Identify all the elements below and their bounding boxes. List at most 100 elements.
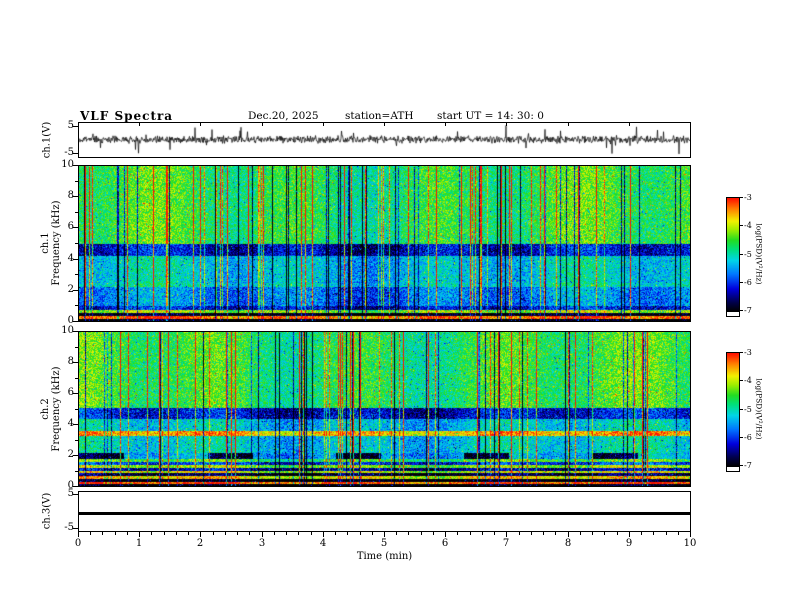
colorbar-tick <box>740 465 743 466</box>
time-tick-label: 6 <box>441 538 449 549</box>
ch2-spectrogram-panel <box>78 331 691 487</box>
colorbar-tick-label: -3 <box>744 348 752 357</box>
ch1-frequency-tick-label: 0 <box>67 315 74 326</box>
time-axis-minor-tick <box>678 532 679 535</box>
ch1-frequency-axis-title-line1: ch.1 <box>40 232 51 254</box>
time-axis-minor-tick <box>433 532 434 535</box>
ch1-spectrogram-canvas <box>79 166 690 321</box>
colorbar-1-title: log(PSD)(V²/Hz) <box>754 223 764 285</box>
time-axis-minor-tick <box>372 532 373 535</box>
time-axis-minor-tick <box>457 532 458 535</box>
time-axis-minor-tick <box>592 532 593 535</box>
time-axis-minor-tick <box>470 532 471 535</box>
time-tick-label: 1 <box>135 538 143 549</box>
time-axis-minor-tick <box>274 532 275 535</box>
time-axis-minor-tick <box>225 532 226 535</box>
ch3-waveform-panel <box>78 491 691 532</box>
time-axis-minor-tick <box>127 532 128 535</box>
time-tick-label: 9 <box>625 538 633 549</box>
time-axis-minor-tick <box>617 532 618 535</box>
colorbar-2-title: log(PSD)(V²/Hz) <box>754 378 764 440</box>
time-axis-tick <box>445 532 446 537</box>
time-axis-minor-tick <box>249 532 250 535</box>
ch2-frequency-axis-title: ch.2 Frequency (kHz) <box>40 366 62 451</box>
time-axis-minor-tick <box>360 532 361 535</box>
time-tick-label: 3 <box>258 538 266 549</box>
time-axis-tick <box>323 532 324 537</box>
colorbar-1-canvas <box>727 198 739 312</box>
ch1-voltage-axis-title: ch.1(V) <box>41 121 53 159</box>
ch1-spectrogram-panel <box>78 165 691 322</box>
time-axis-minor-tick <box>213 532 214 535</box>
ch2-spectrogram-canvas <box>79 332 690 486</box>
ch2-frequency-tick-label: 0 <box>67 480 74 491</box>
time-axis-minor-tick <box>494 532 495 535</box>
time-axis-minor-tick <box>164 532 165 535</box>
ch2-frequency-axis-title-line2: Frequency (kHz) <box>51 366 62 452</box>
plot-title: VLF Spectra <box>80 109 174 123</box>
time-axis-tick <box>690 532 691 537</box>
colorbar-tick-label: -7 <box>744 306 752 315</box>
time-axis-minor-tick <box>580 532 581 535</box>
colorbar-tick <box>740 380 743 381</box>
time-axis-tick <box>262 532 263 537</box>
time-axis-minor-tick <box>115 532 116 535</box>
time-tick-label: 10 <box>683 538 697 549</box>
time-axis-tick <box>200 532 201 537</box>
ch3-flat-line <box>79 512 690 515</box>
time-axis-minor-tick <box>543 532 544 535</box>
time-tick-label: 7 <box>502 538 510 549</box>
colorbar-tick <box>740 225 743 226</box>
time-axis-tick <box>568 532 569 537</box>
colorbar-tick <box>740 437 743 438</box>
station-label: station=ATH <box>345 110 414 122</box>
colorbar-tick <box>740 254 743 255</box>
time-tick-label: 4 <box>319 538 327 549</box>
time-axis-tick <box>139 532 140 537</box>
time-axis-minor-tick <box>666 532 667 535</box>
time-axis-minor-tick <box>298 532 299 535</box>
time-axis-minor-tick <box>90 532 91 535</box>
colorbar-tick <box>740 352 743 353</box>
time-axis-minor-tick <box>396 532 397 535</box>
time-axis-minor-tick <box>531 532 532 535</box>
time-axis-minor-tick <box>653 532 654 535</box>
time-axis-minor-tick <box>335 532 336 535</box>
time-axis-minor-tick <box>482 532 483 535</box>
time-axis-tick <box>384 532 385 537</box>
time-axis-minor-tick <box>286 532 287 535</box>
ch3-voltage-axis-title: ch.3(V) <box>41 492 53 530</box>
time-axis-minor-tick <box>347 532 348 535</box>
time-axis-minor-tick <box>555 532 556 535</box>
colorbar-tick <box>740 409 743 410</box>
time-tick-label: 0 <box>74 538 82 549</box>
time-tick-label: 8 <box>564 538 572 549</box>
plot-date: Dec.20, 2025 <box>248 110 319 122</box>
time-axis-minor-tick <box>237 532 238 535</box>
time-axis-minor-tick <box>188 532 189 535</box>
ch2-frequency-tick-label: 8 <box>67 356 74 367</box>
colorbar-tick <box>740 310 743 311</box>
start-ut-label: start UT = 14: 30: 0 <box>437 110 544 122</box>
ch1-waveform-canvas <box>79 123 690 157</box>
ch1-frequency-tick-label: 8 <box>67 190 74 201</box>
time-axis-minor-tick <box>519 532 520 535</box>
time-axis-minor-tick <box>408 532 409 535</box>
vlf-spectra-figure: VLF Spectra Dec.20, 2025 station=ATH sta… <box>0 0 792 612</box>
colorbar-2-canvas <box>727 353 739 467</box>
ch2-frequency-axis-title-line1: ch.2 <box>40 398 51 420</box>
colorbar-tick <box>740 282 743 283</box>
ch2-frequency-tick-label: 10 <box>61 325 74 336</box>
time-axis-title: Time (min) <box>356 551 413 562</box>
time-axis-tick <box>78 532 79 537</box>
time-tick-label: 2 <box>196 538 204 549</box>
ch1-frequency-axis-title: ch.1 Frequency (kHz) <box>40 200 62 285</box>
colorbar-2 <box>726 352 740 472</box>
time-tick-label: 5 <box>380 538 388 549</box>
time-axis-minor-tick <box>311 532 312 535</box>
time-axis-minor-tick <box>151 532 152 535</box>
time-axis-minor-tick <box>176 532 177 535</box>
ch1-waveform-panel <box>78 122 691 158</box>
time-axis-minor-tick <box>102 532 103 535</box>
time-axis-tick <box>629 532 630 537</box>
